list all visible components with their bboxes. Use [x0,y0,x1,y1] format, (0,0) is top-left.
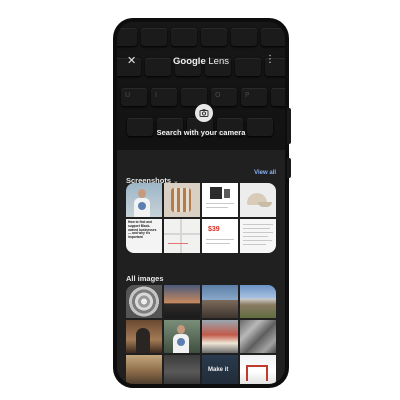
image-thumbnail[interactable] [240,285,276,318]
image-thumbnail[interactable] [202,320,238,353]
camera-hint: Search with your camera [156,128,246,137]
image-thumbnail[interactable] [240,320,276,353]
shutter-button[interactable] [195,104,213,122]
view-all-button[interactable]: View all [254,170,276,176]
key-label: U [125,91,131,99]
image-thumbnail[interactable] [126,355,162,384]
screenshot-thumbnail[interactable] [164,183,200,217]
lens-screen: U I O P ✕ Google Lens ⋮ Search with your… [117,22,285,384]
phone-frame: U I O P ✕ Google Lens ⋮ Search with your… [113,18,289,388]
image-thumbnail[interactable] [126,320,162,353]
image-thumbnail[interactable] [164,355,200,384]
all-images-header: All images [126,268,276,283]
power-button [287,108,291,144]
all-images-title: All images [126,274,164,283]
image-thumbnail[interactable]: Make it [202,355,238,384]
image-search-icon [199,109,209,117]
screenshot-thumbnail[interactable] [164,219,200,253]
gallery-sheet[interactable]: Screenshots ⌄ View all How to find and s… [117,150,285,384]
image-thumbnail[interactable] [126,285,162,318]
screenshots-header: Screenshots ⌄ View all [126,170,276,185]
image-thumbnail[interactable] [240,355,276,384]
more-vert-icon[interactable]: ⋮ [265,55,275,65]
screenshot-thumbnail[interactable]: How to find and support Black-owned busi… [126,219,162,253]
screenshot-text: How to find and support Black-owned busi… [128,220,157,240]
all-images-grid: Make it [126,285,276,384]
image-thumbnail[interactable] [164,320,200,353]
image-thumbnail[interactable] [202,285,238,318]
key-label: P [245,91,250,99]
camera-viewfinder[interactable]: U I O P ✕ Google Lens ⋮ Search with your… [117,22,285,150]
title-product: Lens [208,56,229,67]
title-brand: Google [173,56,206,67]
screenshot-thumbnail[interactable]: $39 [202,219,238,253]
screenshot-thumbnail[interactable] [240,183,276,217]
price-text: $39 [208,226,220,233]
sign-text: Make it [208,367,229,373]
key-label: I [155,91,158,99]
image-thumbnail[interactable] [164,285,200,318]
key-label: O [215,91,221,99]
page-title: Google Lens [117,56,285,67]
screenshots-grid: How to find and support Black-owned busi… [126,183,276,253]
volume-button [287,158,291,178]
screenshot-thumbnail[interactable] [202,183,238,217]
screenshot-thumbnail[interactable] [240,219,276,253]
screenshot-thumbnail[interactable] [126,183,162,217]
